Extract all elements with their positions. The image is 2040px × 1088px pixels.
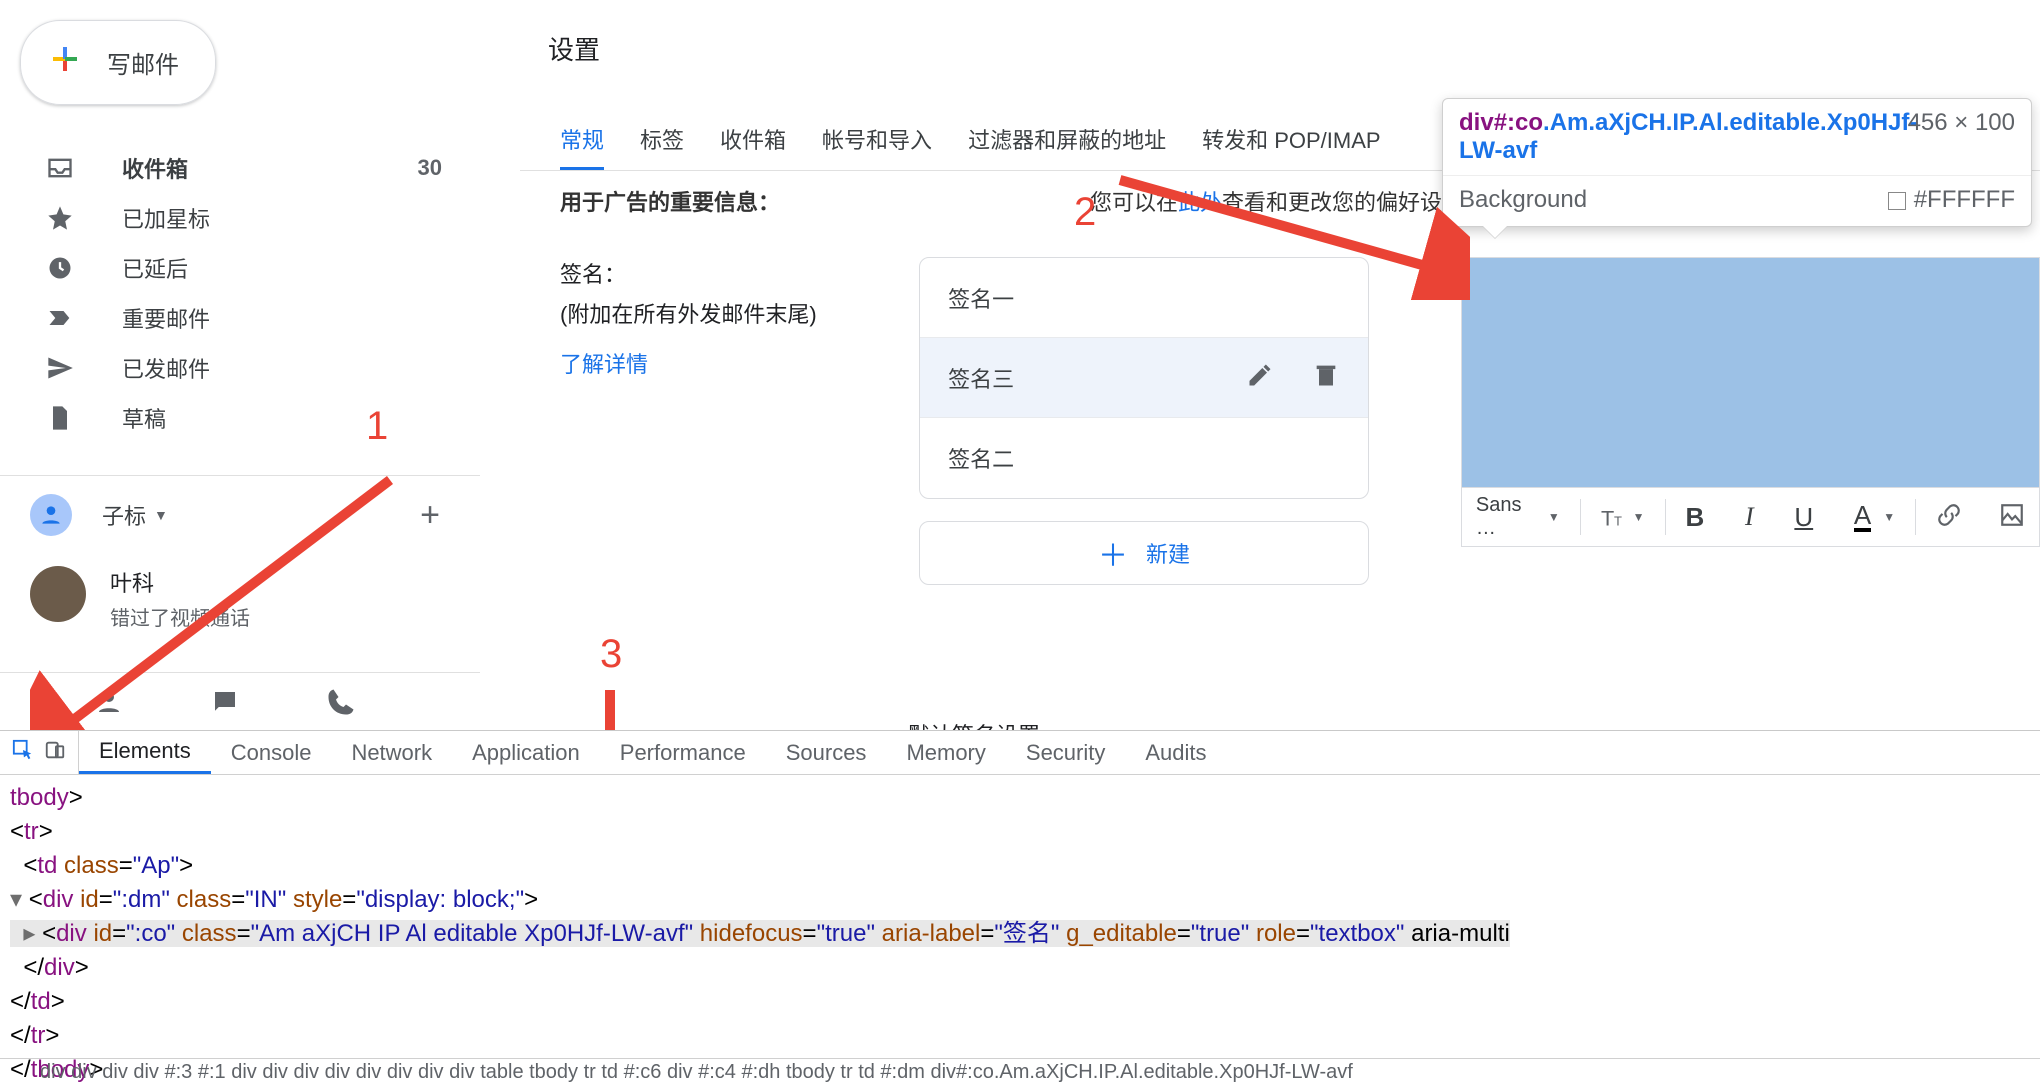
devtools-tabs: Elements Console Network Application Per… bbox=[0, 731, 2040, 775]
new-label: 新建 bbox=[1146, 537, 1190, 569]
inbox-count: 30 bbox=[418, 155, 442, 181]
devtools-tab-network[interactable]: Network bbox=[331, 731, 452, 774]
nav-drafts[interactable]: 草稿 bbox=[0, 393, 480, 443]
devtools-tab-elements[interactable]: Elements bbox=[79, 731, 211, 774]
chevron-down-icon: ▼ bbox=[1548, 510, 1560, 524]
partial-label: 用于广告的重要信息： bbox=[560, 185, 780, 217]
devtools-tab-memory[interactable]: Memory bbox=[886, 731, 1005, 774]
tooltip-selector: div#:co.Am.aXjCH.IP.Al.editable.Xp0HJf-L… bbox=[1459, 109, 1879, 165]
nav-label: 已加星标 bbox=[122, 202, 210, 234]
signature-row[interactable]: 签名二 bbox=[920, 418, 1368, 498]
signature-name: 签名一 bbox=[948, 282, 1014, 314]
text-color-button[interactable]: A▼ bbox=[1854, 502, 1895, 532]
underline-button[interactable]: U bbox=[1794, 502, 1813, 533]
svg-text:T: T bbox=[1614, 514, 1622, 529]
page-title: 设置 bbox=[520, 0, 2040, 67]
devtools-tab-performance[interactable]: Performance bbox=[600, 731, 766, 774]
nav-label: 重要邮件 bbox=[122, 302, 210, 334]
tab-general[interactable]: 常规 bbox=[560, 123, 604, 170]
image-icon[interactable] bbox=[1999, 502, 2025, 533]
compose-label: 写邮件 bbox=[107, 45, 179, 80]
link-icon[interactable] bbox=[1936, 502, 1962, 533]
nav-inbox[interactable]: 收件箱 30 bbox=[0, 143, 480, 193]
svg-text:T: T bbox=[1601, 506, 1614, 530]
annotation-arrow-2 bbox=[1100, 160, 1470, 300]
signature-name: 签名二 bbox=[948, 442, 1014, 474]
plus-icon bbox=[45, 39, 85, 86]
font-selector[interactable]: Sans …▼ bbox=[1476, 494, 1560, 540]
devtools-breadcrumbs[interactable]: div div div div #:3 #:1 div div div div … bbox=[0, 1058, 2040, 1088]
device-icon[interactable] bbox=[44, 739, 66, 767]
file-icon bbox=[44, 402, 76, 434]
nav-sent[interactable]: 已发邮件 bbox=[0, 343, 480, 393]
learn-more-link[interactable]: 了解详情 bbox=[560, 347, 648, 379]
inbox-icon bbox=[44, 152, 76, 184]
signature-editor[interactable] bbox=[1461, 257, 2040, 487]
clock-icon bbox=[44, 252, 76, 284]
devtools: Elements Console Network Application Per… bbox=[0, 730, 2040, 1088]
devtools-tab-security[interactable]: Security bbox=[1006, 731, 1125, 774]
bold-button[interactable]: B bbox=[1685, 502, 1704, 533]
nav-important[interactable]: 重要邮件 bbox=[0, 293, 480, 343]
signature-name: 签名三 bbox=[948, 362, 1014, 394]
signature-title: 签名： bbox=[560, 257, 841, 289]
inspector-tooltip: div#:co.Am.aXjCH.IP.Al.editable.Xp0HJf-L… bbox=[1442, 98, 2032, 227]
devtools-tab-console[interactable]: Console bbox=[211, 731, 332, 774]
devtools-tab-sources[interactable]: Sources bbox=[766, 731, 887, 774]
nav-label: 已发邮件 bbox=[122, 352, 210, 384]
devtools-tab-audits[interactable]: Audits bbox=[1125, 731, 1226, 774]
tooltip-id: #:co bbox=[1494, 109, 1543, 136]
tab-inbox[interactable]: 收件箱 bbox=[720, 123, 786, 170]
signature-editor-column: Sans …▼ TT▼ B I U A▼ bbox=[1461, 257, 2040, 547]
annotation-3: 3 bbox=[600, 632, 622, 677]
signature-left: 签名： (附加在所有外发邮件末尾) 了解详情 bbox=[560, 257, 841, 379]
compose-button[interactable]: 写邮件 bbox=[20, 20, 216, 105]
color-swatch bbox=[1888, 192, 1906, 210]
add-label-button[interactable]: + bbox=[420, 496, 440, 535]
nav: 收件箱 30 已加星标 已延后 重要邮件 已发邮件 草稿 bbox=[0, 143, 480, 443]
annotation-arrow-1 bbox=[30, 440, 410, 750]
nav-label: 已延后 bbox=[122, 252, 188, 284]
plus-icon: ＋ bbox=[1098, 531, 1128, 575]
tooltip-tag: div bbox=[1459, 109, 1494, 136]
nav-label: 草稿 bbox=[122, 402, 166, 434]
new-signature-button[interactable]: ＋ 新建 bbox=[919, 521, 1369, 585]
delete-icon[interactable] bbox=[1312, 361, 1340, 395]
devtools-dom[interactable]: tbody> <tr> <td class="Ap"> ▾ <div id=":… bbox=[0, 775, 2040, 1087]
tooltip-bg-label: Background bbox=[1459, 186, 1587, 214]
italic-button[interactable]: I bbox=[1745, 502, 1754, 532]
nav-snoozed[interactable]: 已延后 bbox=[0, 243, 480, 293]
important-icon bbox=[44, 302, 76, 334]
nav-label: 收件箱 bbox=[122, 152, 188, 184]
tab-labels[interactable]: 标签 bbox=[640, 123, 684, 170]
tooltip-dims: 456 × 100 bbox=[1908, 109, 2015, 165]
tab-accounts[interactable]: 帐号和导入 bbox=[822, 123, 932, 170]
star-icon bbox=[44, 202, 76, 234]
editor-toolbar: Sans …▼ TT▼ B I U A▼ bbox=[1461, 487, 2040, 547]
annotation-2: 2 bbox=[1074, 190, 1096, 235]
signature-list-column: 签名一 签名三 签名二 ＋ 新建 bbox=[919, 257, 1369, 585]
devtools-tab-application[interactable]: Application bbox=[452, 731, 600, 774]
font-size-button[interactable]: TT▼ bbox=[1601, 504, 1645, 530]
tooltip-bg-value: #FFFFFF bbox=[1888, 186, 2015, 214]
nav-starred[interactable]: 已加星标 bbox=[0, 193, 480, 243]
edit-icon[interactable] bbox=[1246, 361, 1274, 395]
inspect-icon[interactable] bbox=[12, 739, 34, 767]
signature-row[interactable]: 签名三 bbox=[920, 338, 1368, 418]
send-icon bbox=[44, 352, 76, 384]
signature-sub: (附加在所有外发邮件末尾) bbox=[560, 297, 841, 329]
